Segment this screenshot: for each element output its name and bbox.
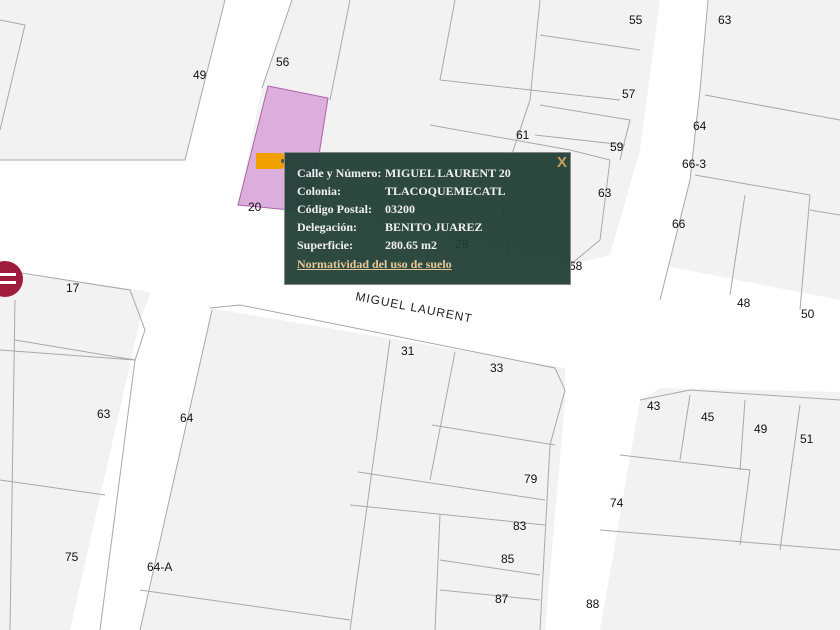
info-value: 280.65 m2 — [385, 238, 437, 252]
lot-number: 88 — [586, 597, 600, 611]
lot-number: 51 — [800, 432, 814, 446]
lot-number: 75 — [65, 550, 79, 564]
lot-number: 57 — [622, 87, 636, 101]
lot-number: 68 — [569, 259, 583, 273]
lot-number: 83 — [513, 519, 527, 533]
lot-number: 63 — [97, 407, 111, 421]
lot-number: 31 — [401, 344, 415, 358]
lot-number: 87 — [495, 592, 509, 606]
lot-number: 61 — [516, 128, 530, 142]
lot-number: 49 — [193, 68, 207, 82]
lot-number: 63 — [598, 186, 612, 200]
lot-number: 79 — [524, 472, 538, 486]
lot-number: 74 — [610, 496, 624, 510]
lot-number: 66 — [672, 217, 686, 231]
info-label: Superficie: — [297, 238, 353, 252]
lot-number: 55 — [629, 13, 643, 27]
info-label: Código Postal: — [297, 202, 372, 216]
info-label: Colonia: — [297, 184, 342, 198]
lot-number: 17 — [66, 281, 80, 295]
info-value: TLACOQUEMECATL — [385, 184, 506, 198]
lot-number: 49 — [754, 422, 768, 436]
info-row-colonia: Colonia: TLACOQUEMECATL — [297, 184, 505, 199]
info-value: MIGUEL LAURENT 20 — [385, 166, 511, 180]
lot-number: 45 — [701, 410, 715, 424]
info-row-delegacion: Delegación: BENITO JUAREZ — [297, 220, 482, 235]
lot-number: 64-A — [147, 560, 172, 574]
lot-number: 50 — [801, 307, 815, 321]
info-label: Delegación: — [297, 220, 357, 234]
lot-number: 63 — [718, 13, 732, 27]
navigation-icon[interactable] — [0, 260, 24, 298]
lot-number: 59 — [610, 140, 624, 154]
lot-number: 20 — [248, 200, 262, 214]
lot-number: 56 — [276, 55, 290, 69]
lot-number: 43 — [647, 399, 661, 413]
map-canvas[interactable]: 49 56 20 28 55 63 57 61 59 64 63 66-3 66… — [0, 0, 840, 630]
lot-number: 85 — [501, 552, 515, 566]
parcel-info-popup: X Calle y Número: MIGUEL LAURENT 20 Colon… — [284, 152, 571, 285]
info-row-street: Calle y Número: MIGUEL LAURENT 20 — [297, 166, 511, 181]
info-row-postal-code: Código Postal: 03200 — [297, 202, 415, 217]
lot-number: 48 — [737, 296, 751, 310]
lot-number: 64 — [180, 411, 194, 425]
info-label: Calle y Número: — [297, 166, 382, 180]
info-row-superficie: Superficie: 280.65 m2 — [297, 238, 437, 253]
land-use-regulations-link[interactable]: Normatividad del uso de suelo — [297, 257, 452, 272]
lot-number: 33 — [490, 361, 504, 375]
lot-number: 66-3 — [682, 157, 706, 171]
close-button[interactable]: X — [557, 154, 567, 171]
lot-number: 64 — [693, 119, 707, 133]
info-value: BENITO JUAREZ — [385, 220, 483, 234]
info-value: 03200 — [385, 202, 415, 216]
